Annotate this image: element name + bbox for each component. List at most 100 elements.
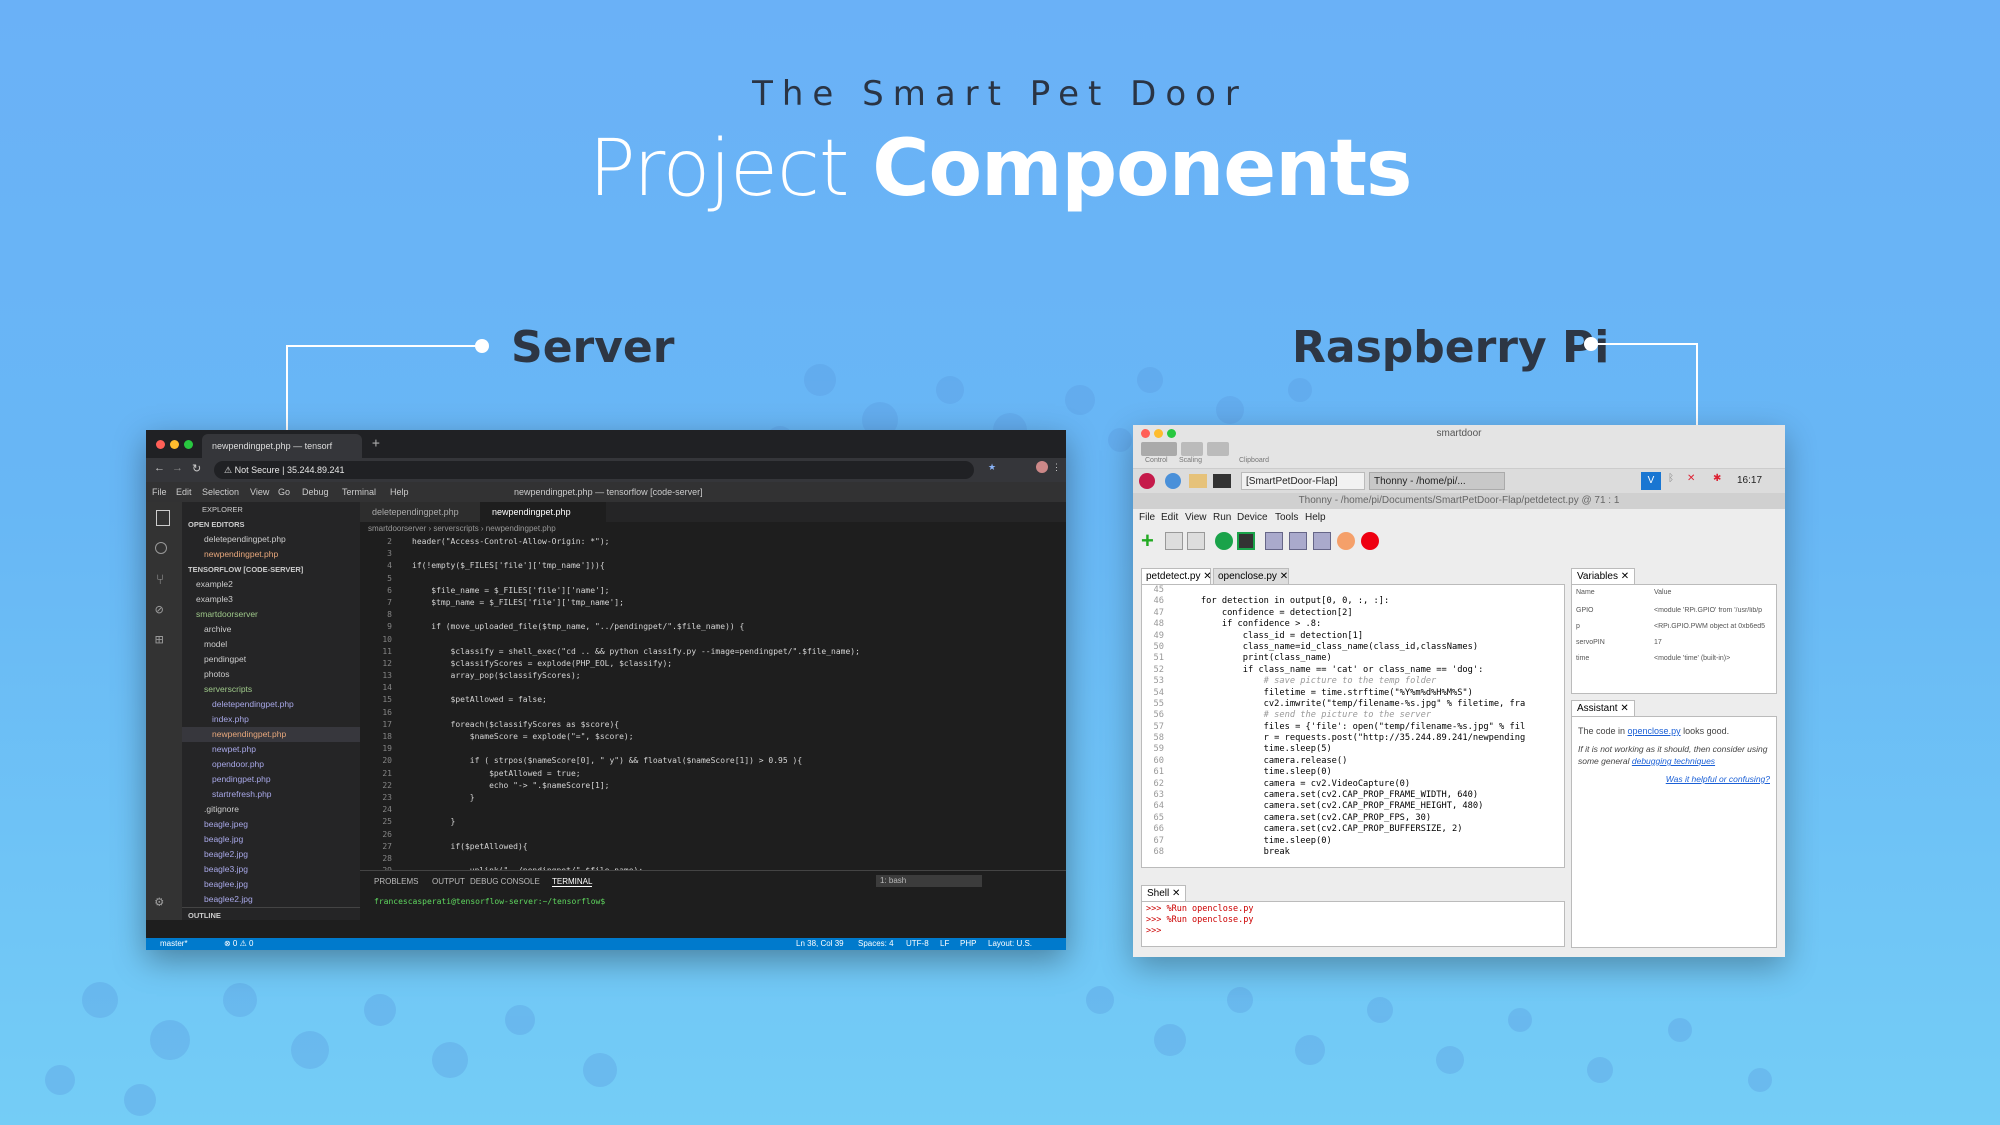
address-bar[interactable]: ⚠ Not Secure | 35.244.89.241 [214, 461, 974, 479]
shell-tab[interactable]: Shell ✕ [1141, 885, 1187, 901]
volume-icon[interactable]: ✱ [1713, 473, 1721, 484]
file-item[interactable]: startrefresh.php [182, 787, 360, 802]
outline-header[interactable]: OUTLINE [182, 907, 360, 922]
zoom-window-button[interactable] [184, 440, 193, 449]
panel-tab-debug-console[interactable]: DEBUG CONSOLE [470, 877, 540, 886]
variables-tab[interactable]: Variables ✕ [1571, 568, 1636, 584]
menu-selection[interactable]: Selection [202, 487, 239, 497]
menu-file[interactable]: File [1139, 512, 1155, 523]
open-file-icon[interactable] [1165, 532, 1183, 550]
raspberry-menu-icon[interactable] [1139, 473, 1155, 489]
file-item[interactable]: index.php [182, 712, 360, 727]
profile-avatar[interactable] [1036, 461, 1048, 473]
file-item[interactable]: beagle2.jpg [182, 847, 360, 862]
folder-item[interactable]: smartdoorserver [182, 607, 360, 622]
folder-item[interactable]: example3 [182, 592, 360, 607]
resume-icon[interactable] [1337, 532, 1355, 550]
file-item[interactable]: opendoor.php [182, 757, 360, 772]
terminal-prompt[interactable]: francescasperati@tensorflow-server:~/ten… [374, 897, 605, 906]
menu-dots-icon[interactable]: ⋮ [1052, 462, 1061, 473]
menu-file[interactable]: File [152, 487, 167, 497]
panel-tab-terminal[interactable]: TERMINAL [552, 877, 593, 887]
folder-item[interactable]: serverscripts [182, 682, 360, 697]
vnc-tray-icon[interactable]: V [1641, 472, 1661, 490]
file-item[interactable]: beaglee2.jpg [182, 892, 360, 907]
python-editor[interactable]: 45 46 for detection in output[0, 0, :, :]… [1141, 584, 1565, 868]
editor-tab[interactable]: openclose.py ✕ [1213, 568, 1289, 584]
terminal-icon[interactable] [1213, 474, 1231, 488]
extensions-icon[interactable]: ⊞ [155, 632, 163, 648]
code-editor[interactable]: 2 header("Access-Control-Allow-Origin: *"… [360, 536, 1066, 875]
file-manager-icon[interactable] [1189, 474, 1207, 488]
debugging-link[interactable]: debugging techniques [1632, 756, 1715, 766]
network-icon[interactable]: ✕ [1687, 473, 1695, 484]
status-layout[interactable]: Layout: U.S. [988, 939, 1032, 948]
file-item[interactable]: .gitignore [182, 802, 360, 817]
menu-edit[interactable]: Edit [1161, 512, 1178, 523]
file-item[interactable]: beagle3.jpg [182, 862, 360, 877]
step-out-icon[interactable] [1313, 532, 1331, 550]
status-cursor[interactable]: Ln 38, Col 39 [796, 939, 844, 948]
menu-help[interactable]: Help [1305, 512, 1326, 523]
folder-item[interactable]: pendingpet [182, 652, 360, 667]
new-tab-icon[interactable]: + [372, 436, 380, 451]
new-file-icon[interactable]: + [1141, 530, 1159, 552]
assistant-tab[interactable]: Assistant ✕ [1571, 700, 1635, 716]
menu-help[interactable]: Help [390, 487, 409, 497]
menu-view[interactable]: View [1185, 512, 1207, 523]
taskbar-window[interactable]: [SmartPetDoor-Flap] [1241, 472, 1365, 490]
assist-link[interactable]: openclose.py [1628, 726, 1681, 736]
file-item[interactable]: deletependingpet.php [182, 697, 360, 712]
file-item[interactable]: beaglee.jpg [182, 877, 360, 892]
feedback-link[interactable]: Was it helpful or confusing? [1578, 773, 1770, 785]
bluetooth-icon[interactable]: ᛒ [1668, 473, 1674, 484]
step-into-icon[interactable] [1289, 532, 1307, 550]
status-branch[interactable]: master* [160, 939, 188, 948]
scaling-icon[interactable] [1181, 442, 1203, 456]
run-icon[interactable] [1215, 532, 1233, 550]
status-encoding[interactable]: UTF-8 [906, 939, 929, 948]
folder-item[interactable]: photos [182, 667, 360, 682]
search-icon[interactable] [155, 542, 167, 554]
reload-icon[interactable]: ↻ [192, 462, 201, 475]
menu-terminal[interactable]: Terminal [342, 487, 376, 497]
workspace-header[interactable]: TENSORFLOW [CODE-SERVER] [182, 562, 360, 577]
taskbar-window-active[interactable]: Thonny - /home/pi/... [1369, 472, 1505, 490]
files-icon[interactable] [156, 510, 170, 526]
file-item[interactable]: pendingpet.php [182, 772, 360, 787]
open-editor-item[interactable]: newpendingpet.php [182, 547, 360, 562]
menu-edit[interactable]: Edit [176, 487, 192, 497]
file-item[interactable]: newpet.php [182, 742, 360, 757]
browser-icon[interactable] [1165, 473, 1181, 489]
clipboard-icon[interactable] [1207, 442, 1229, 456]
bookmark-star-icon[interactable]: ★ [988, 462, 996, 473]
file-item[interactable]: beagle.jpeg [182, 817, 360, 832]
file-item-active[interactable]: newpendingpet.php [182, 727, 360, 742]
menu-view[interactable]: View [250, 487, 269, 497]
menu-tools[interactable]: Tools [1275, 512, 1298, 523]
status-spaces[interactable]: Spaces: 4 [858, 939, 894, 948]
debug-icon[interactable]: ⊘ [155, 602, 163, 618]
status-language[interactable]: PHP [960, 939, 976, 948]
status-eol[interactable]: LF [940, 939, 949, 948]
panel-tab-output[interactable]: OUTPUT [432, 877, 465, 886]
shell-output[interactable]: >>> %Run openclose.py >>> %Run openclose… [1141, 901, 1565, 947]
file-item[interactable]: beagle.jpg [182, 832, 360, 847]
back-icon[interactable]: ← [154, 462, 165, 474]
menu-run[interactable]: Run [1213, 512, 1231, 523]
debug-icon[interactable] [1237, 532, 1255, 550]
folder-item[interactable]: archive [182, 622, 360, 637]
forward-icon[interactable]: → [172, 462, 183, 474]
menu-go[interactable]: Go [278, 487, 290, 497]
minimize-window-button[interactable] [170, 440, 179, 449]
close-window-button[interactable] [156, 440, 165, 449]
source-control-icon[interactable]: ⑂ [156, 572, 164, 588]
folder-item[interactable]: model [182, 637, 360, 652]
editor-tab[interactable]: deletependingpet.php [360, 502, 480, 522]
status-problems[interactable]: ⊗ 0 ⚠ 0 [224, 939, 253, 948]
settings-gear-icon[interactable]: ⚙ [155, 894, 163, 910]
stop-icon[interactable] [1361, 532, 1379, 550]
editor-tab-active[interactable]: petdetect.py ✕ [1141, 568, 1212, 584]
folder-item[interactable]: example2 [182, 577, 360, 592]
menu-debug[interactable]: Debug [302, 487, 329, 497]
